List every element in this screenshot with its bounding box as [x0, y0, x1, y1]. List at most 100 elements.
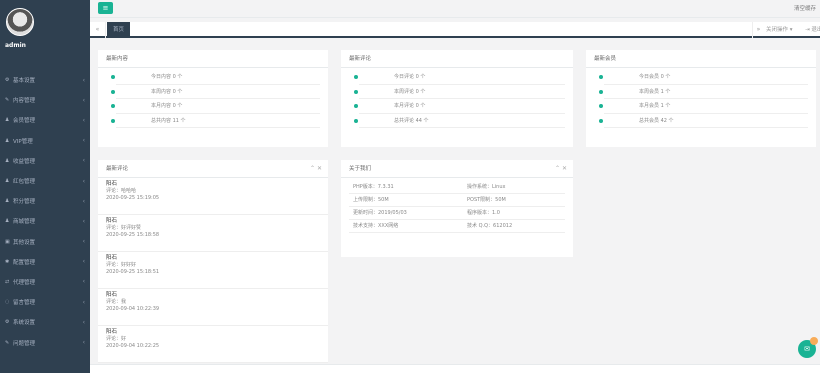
comment-list: 阳石 评论：哈哈哈 2020-09-25 15:19:05 阳石 评论：好评好赞 2020… — [98, 178, 328, 363]
clear-cache-link[interactable]: 清空缓存 — [794, 4, 816, 12]
sidebar-item[interactable]: ♟ 收益管理 ‹ — [0, 151, 90, 171]
sidebar: admin ⚙ 基本设置 ‹ ✎ 内容管理 ‹ ♟ 会员管理 ‹ ♟ VIP管理 ‹ ♟ 收益管理 ‹ ♟ 红包… — [0, 0, 90, 373]
sidebar-item-label: 会员管理 — [13, 118, 36, 125]
sidebar-item[interactable]: ✎ 问题管理 ‹ — [0, 332, 90, 352]
edit-icon: ✎ — [5, 339, 10, 346]
comment-item[interactable]: 阳石 评论：好 2020-09-04 10:22:25 — [98, 326, 328, 363]
panel-tools[interactable]: ⌃ ✕ — [555, 160, 567, 178]
stat-row: 本月内容 0 个 — [111, 99, 320, 114]
sidebar-item[interactable]: ♟ 红包管理 ‹ — [0, 171, 90, 191]
exit-button[interactable]: ⇥ 退出 — [805, 22, 820, 38]
stat-row: 今日内容 0 个 — [111, 70, 320, 85]
panel-title-text: 关于我们 — [349, 166, 372, 172]
panel-title: 最新评论 ⌃ ✕ — [98, 160, 328, 178]
about-field: POST限制：50M — [467, 197, 506, 203]
comment-item[interactable]: 阳石 评论：好好好 2020-09-25 15:18:51 — [98, 252, 328, 289]
about-field: 更新时间：2019/05/03 — [353, 210, 407, 216]
sidebar-item[interactable]: ✎ 内容管理 ‹ — [0, 90, 90, 110]
stat-list: 今日评论 0 个本周评论 0 个本月评论 0 个总共评论 44 个 — [341, 68, 573, 128]
sidebar-item[interactable]: ✱ 配置管理 ‹ — [0, 252, 90, 272]
user-icon: ♟ — [5, 117, 10, 124]
about-panel: 关于我们 ⌃ ✕ PHP版本：7.3.31 操作系统：Linux 上传限制：50M P… — [341, 160, 573, 257]
exchange-icon: ⇄ — [5, 278, 10, 285]
comment-item[interactable]: 阳石 评论：好评好赞 2020-09-25 15:18:58 — [98, 215, 328, 252]
sidebar-item[interactable]: ⚙ 基本设置 ‹ — [0, 70, 90, 90]
comment-item[interactable]: 阳石 评论：哈哈哈 2020-09-25 15:19:05 — [98, 178, 328, 215]
sidebar-item[interactable]: ♟ 积分管理 ‹ — [0, 191, 90, 211]
sidebar-item-label: VIP管理 — [13, 138, 33, 145]
status-dot — [599, 75, 603, 79]
stat-row: 本周评论 0 个 — [354, 85, 565, 99]
comment-text: 评论：好评好赞 — [106, 225, 142, 231]
chevron-left-icon: ‹ — [82, 238, 85, 246]
comment-date: 2020-09-25 15:19:05 — [106, 195, 160, 201]
comment-text: 评论：我 — [106, 299, 127, 305]
gear-icon: ⚙ — [5, 77, 10, 84]
star-icon: ✱ — [5, 258, 10, 265]
panel-title: 关于我们 ⌃ ✕ — [341, 160, 573, 178]
stat-row: 本月会员 1 个 — [599, 99, 808, 114]
chevron-left-icon: ‹ — [82, 76, 85, 84]
about-field: 操作系统：Linux — [467, 184, 506, 190]
avatar[interactable] — [6, 8, 34, 36]
about-field: 上传限制：50M — [353, 197, 389, 203]
sidebar-item-label: 收益管理 — [13, 158, 36, 165]
user-icon: ♟ — [5, 157, 10, 164]
status-dot — [111, 75, 115, 79]
status-dot — [599, 118, 603, 123]
comment-text: 评论：哈哈哈 — [106, 188, 137, 194]
chevron-left-icon: ‹ — [82, 278, 85, 286]
panel-tools[interactable]: ⌃ ✕ — [310, 160, 322, 178]
comment-date: 2020-09-04 10:22:39 — [106, 306, 160, 312]
sidebar-item[interactable]: ▣ 其他设置 ‹ — [0, 232, 90, 252]
panel-title-text: 最新评论 — [106, 166, 129, 172]
comment-item[interactable]: 阳石 评论：我 2020-09-04 10:22:39 — [98, 289, 328, 326]
menu-toggle-button[interactable]: ≡ — [98, 2, 113, 14]
user-icon: ♟ — [5, 137, 10, 144]
chevron-left-icon: ‹ — [82, 157, 85, 165]
user-icon: ♟ — [5, 218, 10, 225]
sidebar-item[interactable]: ♟ VIP管理 ‹ — [0, 131, 90, 151]
about-row: PHP版本：7.3.31 操作系统：Linux — [349, 181, 565, 194]
comment-author: 阳石 — [106, 218, 118, 224]
status-dot — [354, 89, 358, 94]
stat-list: 今日内容 0 个本周内容 0 个本月内容 0 个总共内容 11 个 — [98, 68, 328, 128]
tab-scroll-right-button[interactable]: » — [752, 22, 764, 38]
close-operations-dropdown[interactable]: 关闭操作 ▾ — [766, 22, 793, 38]
status-dot — [111, 118, 115, 123]
about-row: 技术支持：XXX网络 技术 Q.Q：612012 — [349, 220, 565, 233]
chevron-left-icon: ‹ — [82, 96, 85, 104]
status-dot — [599, 89, 603, 94]
sidebar-item-label: 商城管理 — [13, 219, 36, 226]
sidebar-item[interactable]: ♟ 会员管理 ‹ — [0, 110, 90, 130]
stat-text: 总共会员 42 个 — [639, 117, 674, 124]
chevron-left-icon: ‹ — [82, 177, 85, 185]
top-bar: ≡ 清空缓存 — [90, 0, 820, 18]
tab-home[interactable]: 首页 — [107, 22, 131, 38]
status-dot — [111, 89, 115, 94]
comment-author: 阳石 — [106, 329, 118, 335]
sidebar-item-label: 系统设置 — [13, 320, 36, 327]
comment-author: 阳石 — [106, 181, 118, 187]
sidebar-menu: ⚙ 基本设置 ‹ ✎ 内容管理 ‹ ♟ 会员管理 ‹ ♟ VIP管理 ‹ ♟ 收益管理 ‹ ♟ 红包管理 ‹ ♟ 积分… — [0, 70, 90, 353]
sidebar-item-label: 积分管理 — [13, 199, 36, 206]
gears-icon: ⚙ — [5, 319, 10, 326]
stat-text: 总共评论 44 个 — [394, 117, 429, 124]
comment-date: 2020-09-25 15:18:51 — [106, 269, 160, 275]
panel-title: 最新评论 — [341, 50, 573, 68]
about-row: 上传限制：50M POST限制：50M — [349, 194, 565, 207]
about-field: 程序版本：1.0 — [467, 210, 500, 216]
sidebar-item[interactable]: ⇄ 代理管理 ‹ — [0, 272, 90, 292]
chevron-left-icon: ‹ — [82, 137, 85, 145]
tab-scroll-left-button[interactable]: « — [90, 22, 106, 38]
sidebar-item[interactable]: ♟ 商城管理 ‹ — [0, 211, 90, 231]
comment-text: 评论：好好好 — [106, 262, 137, 268]
sidebar-item[interactable]: ⚙ 系统设置 ‹ — [0, 312, 90, 332]
panel-title: 最新会员 — [586, 50, 816, 68]
stat-row: 本周内容 0 个 — [111, 85, 320, 99]
sidebar-item-label: 基本设置 — [13, 78, 36, 85]
sidebar-item-label: 其他设置 — [13, 239, 36, 246]
recent-comments-panel: 最新评论 ⌃ ✕ 阳石 评论：哈哈哈 2020-09-25 15:19:05 阳石 评论… — [98, 160, 328, 363]
user-name[interactable]: admin — [5, 42, 26, 49]
sidebar-item[interactable]: ◌ 留言管理 ‹ — [0, 292, 90, 312]
